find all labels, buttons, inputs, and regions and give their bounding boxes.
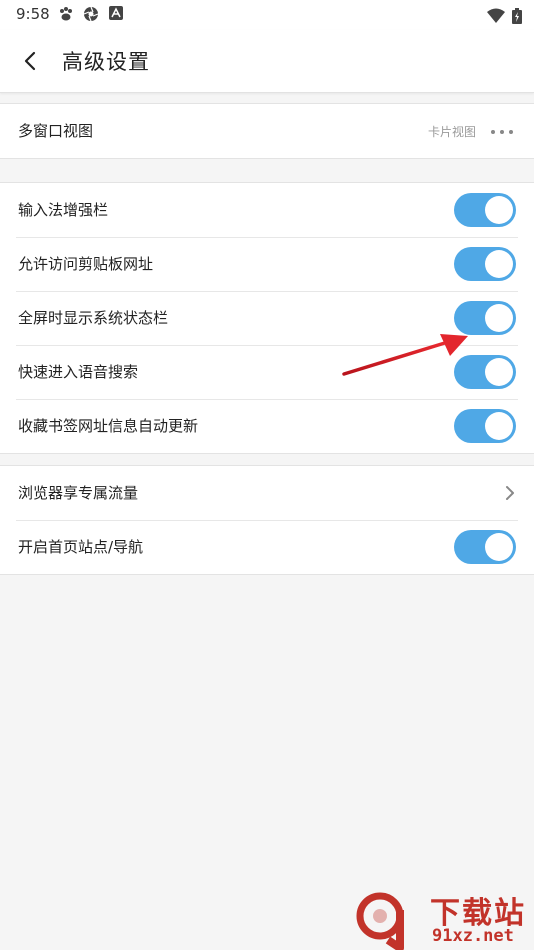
toggle-switch[interactable] (454, 193, 516, 227)
setting-label: 快速进入语音搜索 (18, 363, 139, 381)
setting-label: 允许访问剪贴板网址 (18, 255, 154, 273)
toggle-knob (485, 533, 513, 561)
wifi-icon (486, 8, 505, 23)
setting-label: 开启首页站点/导航 (18, 538, 144, 556)
setting-label: 收藏书签网址信息自动更新 (18, 417, 199, 435)
annotation-arrow (342, 334, 468, 376)
aperture-icon (83, 6, 99, 22)
setting-label: 浏览器享专属流量 (18, 484, 139, 502)
setting-row-clipboard-url: 允许访问剪贴板网址 (0, 237, 534, 291)
setting-value: 卡片视图 (427, 125, 476, 139)
toggle-knob (485, 304, 513, 332)
setting-row-multi-window-view[interactable]: 多窗口视图 卡片视图 (0, 104, 534, 158)
paw-icon (60, 7, 72, 21)
setting-row-bookmark-auto-update: 收藏书签网址信息自动更新 (0, 399, 534, 453)
watermark-logo-icon (356, 892, 404, 950)
setting-row-exclusive-traffic[interactable]: 浏览器享专属流量 (0, 466, 534, 520)
status-time: 9:58 (16, 5, 50, 23)
battery-icon (512, 7, 522, 24)
app-header: 高级设置 (0, 30, 534, 93)
setting-row-ime-bar: 输入法增强栏 (0, 183, 534, 237)
page-title: 高级设置 (62, 50, 150, 74)
settings-group-toggles: 输入法增强栏 允许访问剪贴板网址 全屏时显示系统状态栏 快速进入语音搜索 收藏书… (0, 182, 534, 454)
toggle-knob (485, 250, 513, 278)
back-button[interactable] (14, 44, 48, 78)
more-icon[interactable] (490, 129, 514, 135)
setting-row-homepage-sites: 开启首页站点/导航 (0, 520, 534, 574)
chevron-right-icon (506, 486, 514, 500)
toggle-knob (485, 412, 513, 440)
settings-group-view: 多窗口视图 卡片视图 (0, 103, 534, 159)
watermark: 下载站 91xz.net (356, 884, 534, 950)
toggle-switch[interactable] (454, 409, 516, 443)
watermark-site: 91xz.net (432, 926, 514, 946)
toggle-knob (485, 196, 513, 224)
toggle-switch[interactable] (454, 247, 516, 281)
settings-group-other: 浏览器享专属流量 开启首页站点/导航 (0, 465, 534, 575)
setting-label: 全屏时显示系统状态栏 (18, 309, 169, 327)
toggle-knob (485, 358, 513, 386)
status-bar: 9:58 (0, 0, 534, 30)
setting-label: 多窗口视图 (18, 122, 94, 140)
setting-label: 输入法增强栏 (18, 201, 109, 219)
toggle-switch[interactable] (454, 530, 516, 564)
app-a-icon (109, 6, 123, 20)
